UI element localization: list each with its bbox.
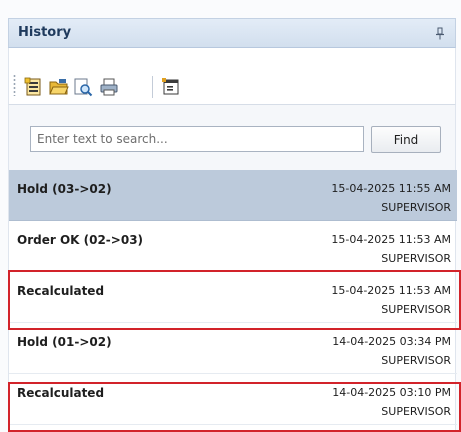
panel-header: History [8, 18, 456, 48]
history-item-timestamp: 15-04-2025 11:53 AM [331, 233, 451, 246]
history-item-title: Order OK (02->03) [17, 233, 144, 247]
history-list: Hold (03->02) 15-04-2025 11:55 AM SUPERV… [8, 170, 457, 432]
toolbar-separator [152, 76, 153, 98]
panel-title: History [18, 25, 72, 40]
toolbar-grip[interactable] [13, 74, 16, 96]
search-bar: Find [8, 104, 456, 170]
history-item[interactable]: Hold (03->02) 15-04-2025 11:55 AM SUPERV… [9, 170, 457, 221]
history-item[interactable]: Hold (01->02) 14-04-2025 03:34 PM SUPERV… [9, 323, 457, 374]
history-item-title: Hold (03->02) [17, 182, 112, 196]
history-item-timestamp: 14-04-2025 03:10 PM [332, 386, 451, 399]
history-item-title: Hold (01->02) [17, 335, 112, 349]
history-item-timestamp: 14-04-2025 03:34 PM [332, 335, 451, 348]
history-item[interactable]: Recalculated 14-04-2025 03:10 PM SUPERVI… [9, 374, 457, 425]
history-item[interactable]: Recalculated 15-04-2025 11:53 AM SUPERVI… [9, 272, 457, 323]
pin-icon[interactable] [435, 27, 445, 40]
history-item-title: Recalculated [17, 386, 105, 400]
properties-icon[interactable] [161, 77, 181, 97]
toolbar [8, 48, 456, 104]
history-item-user: SUPERVISOR [381, 405, 451, 418]
history-panel: History Enter text to search... Find Hol… [0, 0, 461, 432]
open-folder-icon[interactable] [49, 77, 69, 97]
history-item-timestamp: 15-04-2025 11:55 AM [331, 182, 451, 195]
history-item-user: SUPERVISOR [381, 303, 451, 316]
history-item[interactable]: Order OK (02->03) 15-04-2025 11:53 AM SU… [9, 221, 457, 272]
new-document-icon[interactable] [24, 77, 44, 97]
search-input[interactable] [30, 126, 364, 152]
find-button[interactable]: Find [371, 126, 441, 153]
print-preview-icon[interactable] [73, 77, 93, 97]
printer-icon[interactable] [99, 77, 119, 97]
history-item-user: SUPERVISOR [381, 252, 451, 265]
history-item-title: Recalculated [17, 284, 105, 298]
history-item-timestamp: 15-04-2025 11:53 AM [331, 284, 451, 297]
history-item-user: SUPERVISOR [381, 354, 451, 367]
history-item-user: SUPERVISOR [381, 201, 451, 214]
